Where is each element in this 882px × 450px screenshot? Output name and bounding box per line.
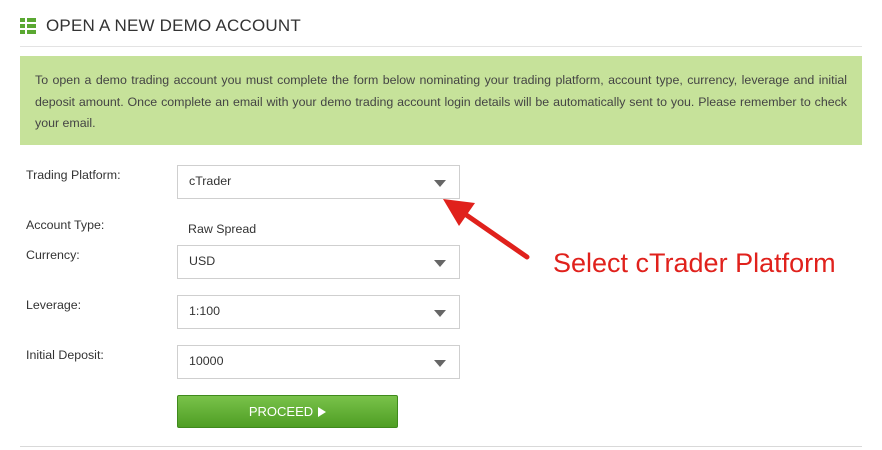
- account-type-label: Account Type:: [26, 218, 105, 232]
- platform-select[interactable]: cTrader: [177, 165, 460, 199]
- currency-label: Currency:: [26, 248, 80, 262]
- deposit-label: Initial Deposit:: [26, 348, 104, 362]
- account-type-value: Raw Spread: [188, 222, 257, 236]
- play-icon: [318, 406, 327, 417]
- platform-select-value: cTrader: [189, 174, 232, 188]
- demo-account-page: OPEN A NEW DEMO ACCOUNT To open a demo t…: [0, 0, 882, 450]
- leverage-label: Leverage:: [26, 298, 82, 312]
- leverage-select[interactable]: 1:100: [177, 295, 460, 329]
- currency-select-value: USD: [189, 254, 216, 268]
- bottom-divider: [20, 446, 862, 447]
- page-title: OPEN A NEW DEMO ACCOUNT: [46, 16, 301, 35]
- deposit-select[interactable]: 10000: [177, 345, 460, 379]
- info-message: To open a demo trading account you must …: [20, 56, 862, 145]
- annotation-arrow-icon: [443, 199, 530, 260]
- list-icon: [20, 18, 36, 34]
- currency-select[interactable]: USD: [177, 245, 460, 279]
- platform-label: Trading Platform:: [26, 168, 121, 182]
- chevron-down-icon: [434, 310, 446, 317]
- header-divider: [20, 46, 862, 47]
- chevron-down-icon: [434, 180, 446, 187]
- deposit-select-value: 10000: [189, 354, 224, 368]
- proceed-button[interactable]: PROCEED: [177, 395, 398, 428]
- chevron-down-icon: [434, 360, 446, 367]
- proceed-button-label: PROCEED: [248, 404, 314, 419]
- page-header: OPEN A NEW DEMO ACCOUNT: [20, 12, 301, 40]
- leverage-select-value: 1:100: [189, 304, 221, 318]
- annotation-label: Select cTrader Platform: [553, 248, 836, 278]
